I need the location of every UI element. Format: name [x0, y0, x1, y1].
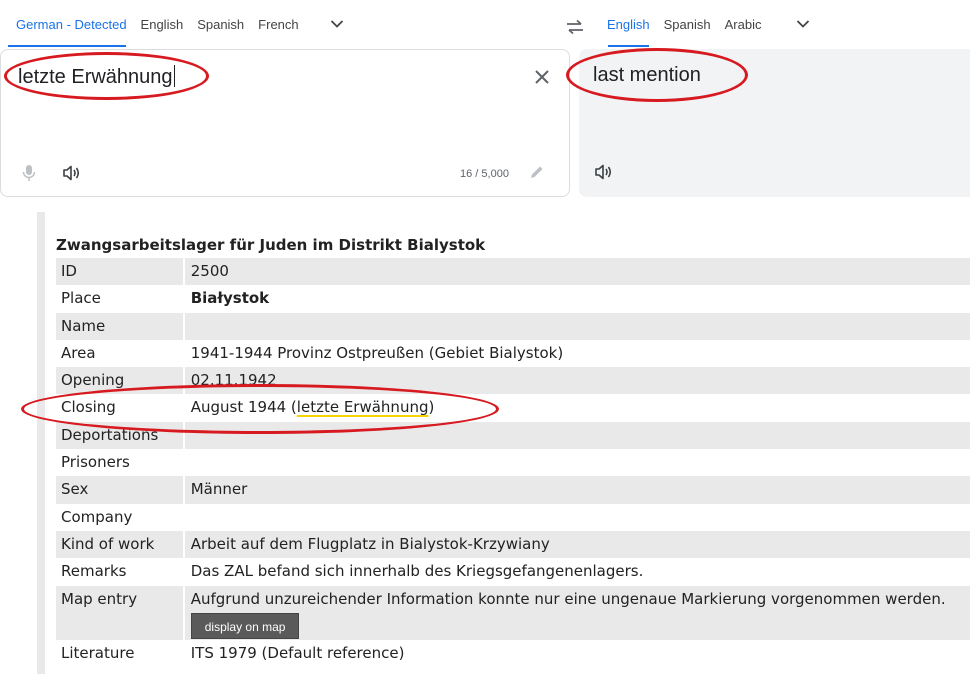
camp-record: Zwangsarbeitslager für Juden im Distrikt… — [56, 232, 970, 667]
row-value-sex: Männer — [184, 476, 970, 504]
speaker-icon — [595, 164, 612, 180]
row-label-deportations: Deportations — [56, 421, 183, 450]
clear-source-button[interactable] — [531, 66, 553, 88]
target-lang-more-button[interactable] — [788, 0, 818, 48]
row-label-remarks: Remarks — [61, 562, 127, 581]
closing-date: August 1944 ( — [190, 398, 297, 417]
row-value-name — [184, 312, 970, 340]
row-value-literature: ITS 1979 (Default reference) — [190, 643, 405, 662]
source-lang-tab-detected[interactable]: German - Detected — [0, 0, 134, 48]
translation-output: last mention — [593, 64, 701, 86]
row-value-id: 2500 — [184, 258, 970, 286]
row-value-remarks: Das ZAL befand sich innerhalb des Kriegs… — [190, 562, 644, 581]
character-count: 16 / 5,000 — [460, 168, 509, 180]
row-value-company — [185, 504, 970, 531]
record-title: Zwangsarbeitslager für Juden im Distrikt… — [56, 236, 486, 254]
closing-highlighted-term: letzte Erwähnung — [296, 398, 429, 417]
row-label-company: Company — [61, 507, 133, 526]
table-row: Remarks Das ZAL befand sich innerhalb de… — [56, 558, 970, 585]
listen-source-button[interactable] — [61, 162, 83, 184]
row-label-area: Area — [61, 343, 96, 362]
row-value-kind-of-work: Arbeit auf dem Flugplatz in Bialystok-Kr… — [184, 530, 970, 559]
table-row: Opening 02.11.1942 — [56, 367, 970, 395]
row-value-deportations — [184, 421, 970, 450]
row-value-closing: August 1944 (letzte Erwähnung) — [185, 394, 970, 421]
source-text-value: letzte Erwähnung — [18, 66, 173, 88]
table-row: Company — [56, 504, 970, 531]
target-lang-tab-english[interactable]: English — [600, 0, 657, 48]
table-row: Area 1941-1944 Provinz Ostpreußen (Gebie… — [56, 340, 970, 367]
chevron-down-icon — [330, 20, 343, 28]
swap-languages-button[interactable] — [562, 14, 588, 40]
row-label-id: ID — [56, 258, 183, 286]
display-on-map-button[interactable]: display on map — [190, 612, 300, 639]
listen-translation-button[interactable] — [593, 161, 615, 183]
closing-suffix: ) — [428, 398, 435, 417]
row-label-place: Place — [61, 289, 101, 308]
row-label-map-entry: Map entry — [56, 585, 183, 640]
table-row: Map entry Aufgrund unzureichender Inform… — [56, 585, 970, 640]
table-row: Closing August 1944 (letzte Erwähnung) — [56, 394, 970, 421]
target-language-bar: English Spanish Arabic — [600, 0, 970, 48]
pencil-icon — [531, 166, 543, 178]
row-label-name: Name — [56, 312, 183, 340]
row-value-place: Białystok — [190, 289, 270, 308]
table-row: Literature ITS 1979 (Default reference) — [56, 640, 970, 667]
source-language-bar: German - Detected English Spanish French — [0, 0, 560, 48]
swap-icon — [567, 19, 583, 35]
handwriting-button[interactable] — [529, 164, 545, 185]
source-text-input[interactable]: letzte Erwähnung — [18, 65, 175, 89]
row-value-opening: 02.11.1942 — [184, 367, 970, 395]
table-row: Prisoners — [56, 449, 970, 476]
map-entry-text: Aufgrund unzureichender Information konn… — [190, 589, 946, 608]
row-value-area: 1941-1944 Provinz Ostpreußen (Gebiet Bia… — [190, 343, 564, 362]
target-text-panel: last mention — [579, 49, 970, 197]
table-row: Kind of work Arbeit auf dem Flugplatz in… — [56, 530, 970, 559]
row-label-closing: Closing — [61, 398, 116, 417]
row-label-literature: Literature — [61, 643, 135, 662]
table-row: Sex Männer — [56, 476, 970, 504]
table-row: ID 2500 — [56, 258, 970, 286]
microphone-icon — [22, 165, 36, 181]
table-row: Deportations — [56, 421, 970, 450]
close-icon — [535, 70, 549, 84]
target-lang-tab-spanish[interactable]: Spanish — [657, 0, 718, 48]
row-value-map-entry: Aufgrund unzureichender Information konn… — [184, 585, 970, 640]
voice-input-button[interactable] — [18, 162, 40, 184]
source-lang-tab-spanish[interactable]: Spanish — [190, 0, 251, 48]
table-row: Place Białystok — [56, 285, 970, 312]
text-caret — [173, 65, 175, 87]
source-lang-more-button[interactable] — [322, 0, 352, 48]
row-label-prisoners: Prisoners — [61, 453, 130, 472]
source-lang-tab-french[interactable]: French — [251, 0, 305, 48]
table-row: Name — [56, 312, 970, 340]
row-label-opening: Opening — [56, 367, 183, 395]
row-value-prisoners — [185, 449, 970, 476]
speaker-icon — [63, 165, 80, 181]
document-border — [37, 212, 45, 674]
source-lang-tab-english[interactable]: English — [134, 0, 191, 48]
target-lang-tab-arabic[interactable]: Arabic — [718, 0, 769, 48]
source-text-panel[interactable]: letzte Erwähnung 16 / 5,000 — [0, 49, 570, 197]
chevron-down-icon — [797, 20, 810, 28]
row-label-sex: Sex — [56, 476, 183, 504]
row-label-kind-of-work: Kind of work — [56, 530, 183, 559]
